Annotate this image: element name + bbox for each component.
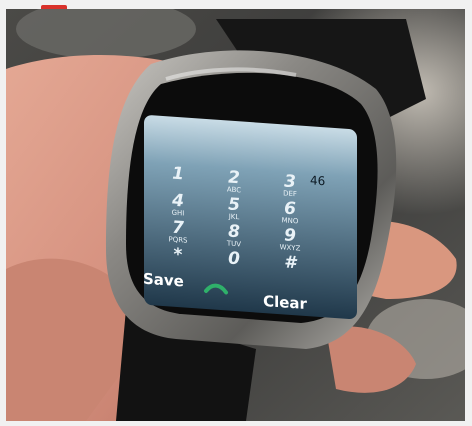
key-11-digit: 0 xyxy=(228,249,240,270)
key-4-letters: GHI xyxy=(172,209,185,218)
key-1-digit: 1 xyxy=(172,164,184,185)
key-10-digit: * xyxy=(174,245,183,266)
watch-phone-photo: 46 1 2ABC 3DEF4GHI 5JKL 6MNO7PQRS 8TUV 9WXYZ* 0… xyxy=(6,9,465,421)
key-9-letters: WXYZ xyxy=(280,243,301,252)
save-softkey: Save xyxy=(143,270,184,291)
clear-softkey: Clear xyxy=(263,292,307,313)
key-6-letters: MNO xyxy=(282,216,299,225)
photo: 46 1 2 ABC 3 DEF 4 GHI 5 JKL 6 MNO 7 PQRS 8 TUV 9 WXYZ * 0… xyxy=(6,9,465,421)
key-8-letters: TUV xyxy=(226,239,241,248)
key-5-letters: JKL xyxy=(228,213,240,222)
key-3-letters: DEF xyxy=(283,189,297,198)
page-frame: 46 1 2 ABC 3 DEF 4 GHI 5 JKL 6 MNO 7 PQRS 8 TUV 9 WXYZ * 0… xyxy=(0,0,472,426)
key-2-letters: ABC xyxy=(227,185,241,194)
lcd-screen: 46 1 2ABC 3DEF4GHI 5JKL 6MNO7PQRS 8TUV 9WXYZ* 0… xyxy=(143,115,357,320)
key-7-letters: PQRS xyxy=(168,235,188,244)
signal-text: 46 xyxy=(310,173,325,188)
